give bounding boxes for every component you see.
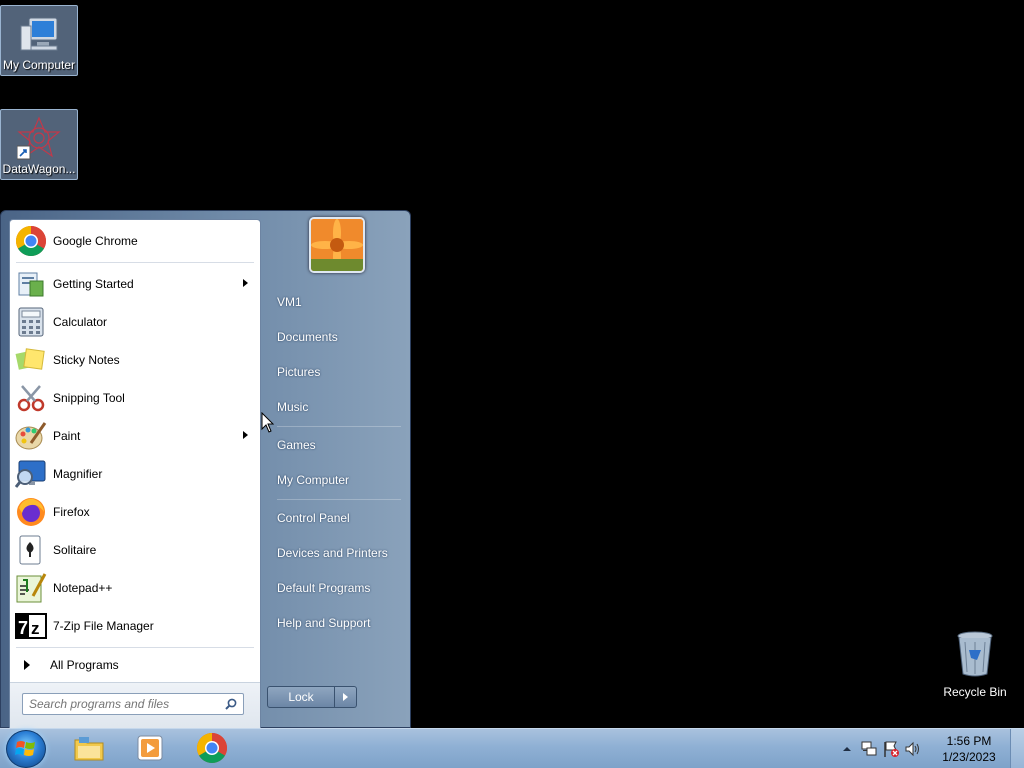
link-help-and-support[interactable]: Help and Support xyxy=(267,606,407,641)
all-programs-label: All Programs xyxy=(50,658,119,672)
divider xyxy=(277,426,401,427)
taskbar-explorer[interactable] xyxy=(60,731,118,767)
link-documents[interactable]: Documents xyxy=(267,320,407,355)
getting-started-icon xyxy=(14,267,48,301)
lock-button[interactable]: Lock xyxy=(267,686,335,708)
desktop-icon-datawagon[interactable]: DataWagon... xyxy=(0,109,78,180)
search-area xyxy=(10,682,260,730)
clock-time: 1:56 PM xyxy=(946,734,992,748)
desktop-icon-recycle-bin[interactable]: Recycle Bin xyxy=(940,630,1010,699)
divider xyxy=(16,262,254,263)
start-item-label: 7-Zip File Manager xyxy=(53,619,154,633)
taskbar-chrome[interactable] xyxy=(183,731,241,767)
sticky-notes-icon xyxy=(14,343,48,377)
start-item-paint[interactable]: Paint xyxy=(10,417,260,455)
start-item-calculator[interactable]: Calculator xyxy=(10,303,260,341)
start-item-label: Paint xyxy=(53,429,81,443)
divider xyxy=(277,499,401,500)
all-programs-button[interactable]: All Programs xyxy=(10,650,260,680)
link-default-programs[interactable]: Default Programs xyxy=(267,571,407,606)
start-item-magnifier[interactable]: Magnifier xyxy=(10,455,260,493)
7zip-icon: 7z xyxy=(14,609,48,643)
svg-text:z: z xyxy=(31,619,40,638)
media-player-icon xyxy=(135,734,165,765)
start-menu-links: VM1 Documents Pictures Music Games My Co… xyxy=(267,285,407,641)
start-item-label: Calculator xyxy=(53,315,108,329)
start-item-7zip[interactable]: 7z 7-Zip File Manager xyxy=(10,607,260,645)
show-hidden-icons-chevron-up-icon[interactable] xyxy=(838,740,856,758)
desktop-icon-label: My Computer xyxy=(2,58,76,72)
clock-date: 1/23/2023 xyxy=(942,750,996,764)
start-item-firefox[interactable]: Firefox xyxy=(10,493,260,531)
start-item-label: Getting Started xyxy=(53,277,134,291)
link-user-folder[interactable]: VM1 xyxy=(267,285,407,320)
action-center-flag-icon[interactable] xyxy=(882,740,900,758)
start-button[interactable] xyxy=(6,730,46,768)
start-item-label: Snipping Tool xyxy=(53,391,125,405)
start-item-label: Firefox xyxy=(53,505,90,519)
taskbar-media-player[interactable] xyxy=(121,731,179,767)
taskbar: 1:56 PM 1/23/2023 xyxy=(0,728,1024,768)
firefox-icon xyxy=(14,495,48,529)
chrome-icon xyxy=(196,732,228,767)
computer-icon xyxy=(17,12,61,56)
solitaire-icon xyxy=(14,533,48,567)
link-pictures[interactable]: Pictures xyxy=(267,355,407,390)
start-item-label: Google Chrome xyxy=(53,234,138,248)
volume-speaker-icon[interactable] xyxy=(904,740,922,758)
start-menu-programs-pane: Google Chrome Getting Started Calculator… xyxy=(9,219,261,730)
search-icon[interactable] xyxy=(225,698,237,713)
link-control-panel[interactable]: Control Panel xyxy=(267,501,407,536)
recycle-bin-label: Recycle Bin xyxy=(943,685,1007,699)
start-item-google-chrome[interactable]: Google Chrome xyxy=(10,222,260,260)
search-box[interactable] xyxy=(22,693,244,715)
system-tray: 1:56 PM 1/23/2023 xyxy=(836,729,1024,768)
mouse-cursor-icon xyxy=(261,411,275,437)
chrome-icon xyxy=(14,224,48,258)
calculator-icon xyxy=(14,305,48,339)
start-item-label: Solitaire xyxy=(53,543,97,557)
start-item-snipping-tool[interactable]: Snipping Tool xyxy=(10,379,260,417)
link-devices-and-printers[interactable]: Devices and Printers xyxy=(267,536,407,571)
submenu-arrow-icon[interactable] xyxy=(243,431,248,439)
windows-logo-icon xyxy=(15,741,35,756)
taskbar-clock[interactable]: 1:56 PM 1/23/2023 xyxy=(932,733,1006,765)
scissors-icon xyxy=(14,381,48,415)
start-item-label: Sticky Notes xyxy=(53,353,120,367)
chevron-right-icon xyxy=(24,660,30,670)
start-item-label: Magnifier xyxy=(53,467,103,481)
search-input[interactable] xyxy=(29,697,219,711)
show-desktop-button[interactable] xyxy=(1010,729,1024,768)
link-music[interactable]: Music xyxy=(267,390,407,425)
submenu-arrow-icon[interactable] xyxy=(243,279,248,287)
divider xyxy=(16,647,254,648)
desktop-icon-label: DataWagon... xyxy=(2,162,76,176)
start-item-notepadpp[interactable]: Notepad++ xyxy=(10,569,260,607)
svg-text:7: 7 xyxy=(18,618,28,638)
link-games[interactable]: Games xyxy=(267,428,407,463)
start-item-sticky-notes[interactable]: Sticky Notes xyxy=(10,341,260,379)
start-menu: Google Chrome Getting Started Calculator… xyxy=(0,210,411,730)
datawagon-icon xyxy=(16,116,61,160)
recycle-bin-icon xyxy=(955,630,995,681)
paint-icon xyxy=(14,419,48,453)
magnifier-icon xyxy=(14,457,48,491)
notepadpp-icon xyxy=(14,571,48,605)
folder-icon xyxy=(73,734,105,765)
user-picture-avatar[interactable] xyxy=(309,217,365,273)
network-icon[interactable] xyxy=(860,740,878,758)
link-my-computer[interactable]: My Computer xyxy=(267,463,407,498)
start-item-getting-started[interactable]: Getting Started xyxy=(10,265,260,303)
desktop-icon-my-computer[interactable]: My Computer xyxy=(0,5,78,76)
start-item-label: Notepad++ xyxy=(53,581,113,595)
shutdown-options-arrow[interactable] xyxy=(335,686,357,708)
start-item-solitaire[interactable]: Solitaire xyxy=(10,531,260,569)
